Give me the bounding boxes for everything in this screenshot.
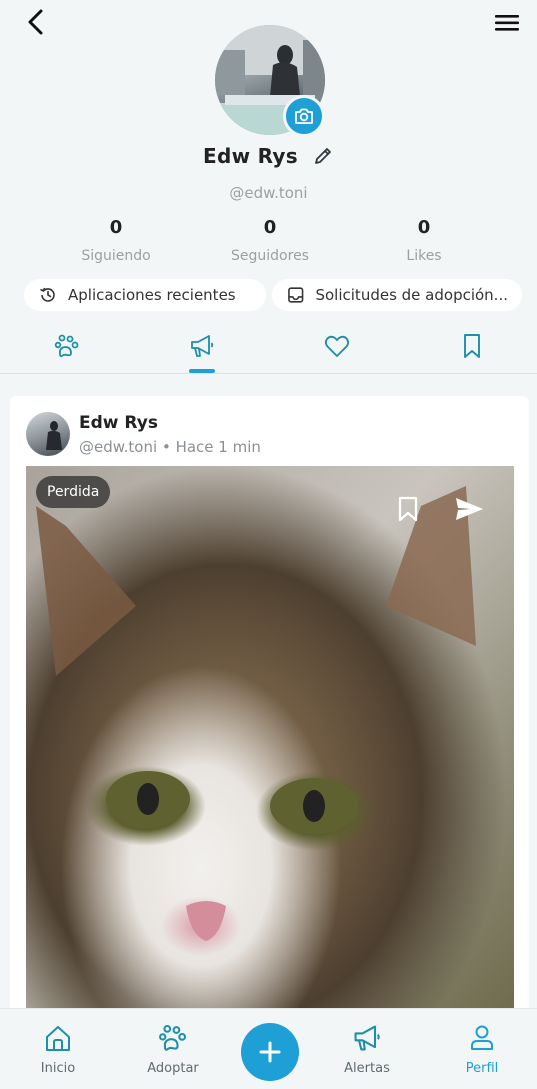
nav-label: Perfil — [465, 1061, 499, 1076]
stat-following[interactable]: 0 Siguiendo — [46, 217, 186, 264]
bottom-navigation: Inicio Adoptar Alertas Perfil — [0, 1008, 537, 1089]
post-author-handle: @edw.toni — [79, 438, 158, 456]
post-author-name[interactable]: Edw Rys — [79, 413, 158, 433]
profile-name-row: Edw Rys — [0, 144, 537, 168]
stat-value: 0 — [109, 217, 123, 238]
megaphone-icon — [354, 1025, 380, 1051]
send-icon — [456, 498, 483, 520]
edit-profile-button[interactable] — [312, 145, 334, 167]
megaphone-icon — [191, 335, 214, 357]
nav-label: Alertas — [344, 1061, 390, 1076]
bookmark-icon — [398, 496, 418, 522]
home-icon — [46, 1026, 70, 1051]
save-post-button[interactable] — [393, 494, 423, 524]
user-icon — [471, 1025, 493, 1050]
menu-button[interactable] — [493, 10, 521, 36]
stat-likes[interactable]: 0 Likes — [354, 217, 494, 264]
stat-label: Likes — [406, 248, 442, 264]
chip-label: Solicitudes de adopción... — [315, 286, 508, 304]
bookmark-icon — [464, 334, 480, 358]
nav-adopt[interactable]: Adoptar — [128, 1021, 218, 1076]
paw-icon — [54, 334, 79, 358]
tab-pets[interactable] — [47, 326, 87, 366]
tab-saved[interactable] — [452, 326, 492, 366]
tab-alerts[interactable] — [182, 326, 222, 366]
chip-label: Aplicaciones recientes — [68, 286, 236, 304]
paw-icon — [159, 1024, 187, 1051]
arrow-back-icon — [28, 9, 43, 35]
profile-name: Edw Rys — [203, 144, 298, 168]
post-meta: @edw.toni • Hace 1 min — [79, 438, 261, 456]
status-badge: Perdida — [36, 476, 111, 508]
stat-value: 0 — [263, 217, 277, 238]
meta-separator: • — [161, 438, 171, 456]
inbox-icon — [288, 287, 304, 303]
post-author-avatar[interactable] — [26, 412, 70, 456]
change-photo-button[interactable] — [283, 95, 325, 137]
nav-profile[interactable]: Perfil — [437, 1021, 527, 1076]
post-image[interactable]: Perdida — [26, 466, 514, 1016]
plus-icon — [259, 1041, 281, 1063]
pencil-icon — [315, 148, 331, 164]
stat-followers[interactable]: 0 Seguidores — [200, 217, 340, 264]
recent-applications-chip[interactable]: Aplicaciones recientes — [24, 279, 266, 311]
back-button[interactable] — [22, 8, 52, 38]
history-icon — [40, 287, 55, 302]
create-post-button[interactable] — [241, 1023, 299, 1081]
stat-value: 0 — [417, 217, 431, 238]
post-card[interactable]: Edw Rys @edw.toni • Hace 1 min Perdida — [10, 396, 529, 1016]
hamburger-menu-icon — [495, 15, 519, 31]
nav-label: Inicio — [40, 1061, 76, 1076]
cat-photo — [36, 486, 476, 941]
post-time: Hace 1 min — [175, 438, 261, 456]
profile-tabs — [0, 322, 537, 374]
heart-icon — [324, 335, 350, 357]
nav-home[interactable]: Inicio — [13, 1021, 103, 1076]
profile-handle: @edw.toni — [229, 184, 308, 202]
nav-alerts[interactable]: Alertas — [322, 1021, 412, 1076]
active-tab-indicator — [189, 369, 215, 373]
profile-avatar-container — [215, 25, 325, 137]
stat-label: Seguidores — [231, 248, 309, 264]
adoption-requests-chip[interactable]: Solicitudes de adopción... — [272, 279, 522, 311]
camera-icon — [295, 108, 313, 124]
share-post-button[interactable] — [454, 494, 484, 524]
nav-label: Adoptar — [147, 1061, 199, 1076]
tab-likes[interactable] — [317, 326, 357, 366]
author-avatar-photo — [46, 421, 62, 450]
stat-label: Siguiendo — [81, 248, 151, 264]
